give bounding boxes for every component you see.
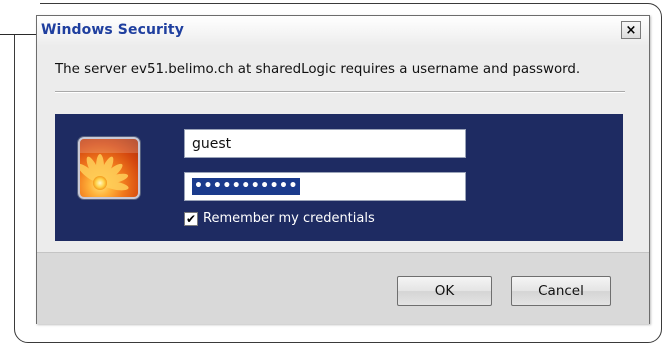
callout-frame-gap <box>0 0 40 34</box>
remember-credentials[interactable]: ✔ Remember my credentials <box>184 211 375 226</box>
password-field[interactable]: ••••••••••• <box>184 172 466 201</box>
flower-icon <box>80 139 138 191</box>
remember-label[interactable]: Remember my credentials <box>203 211 375 226</box>
username-value: guest <box>192 135 232 152</box>
user-flower-avatar-icon <box>78 137 140 199</box>
button-bar: OK Cancel <box>37 252 649 324</box>
prompt-message: The server ev51.belimo.ch at sharedLogic… <box>55 62 581 77</box>
credential-panel: guest ••••••••••• ✔ Remember my credenti… <box>55 114 623 241</box>
password-value: ••••••••••• <box>192 178 300 195</box>
checkmark-icon: ✔ <box>185 211 197 226</box>
close-button[interactable]: × <box>621 21 641 39</box>
cancel-button[interactable]: Cancel <box>511 276 611 306</box>
remember-checkbox[interactable]: ✔ <box>184 211 198 226</box>
separator <box>55 91 625 93</box>
title-bar[interactable]: Windows Security × <box>37 16 649 46</box>
close-icon: × <box>625 22 637 38</box>
windows-security-dialog: Windows Security × The server ev51.belim… <box>36 15 650 324</box>
window-title: Windows Security <box>41 22 184 38</box>
username-field[interactable]: guest <box>184 129 466 158</box>
ok-button[interactable]: OK <box>397 276 492 306</box>
